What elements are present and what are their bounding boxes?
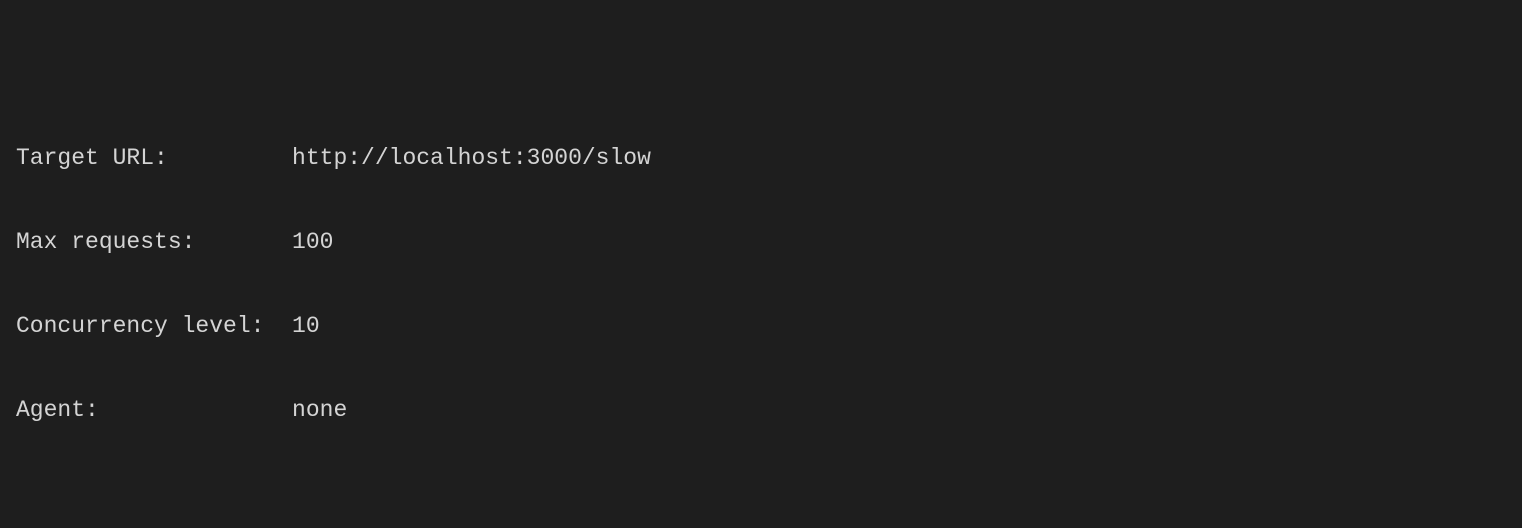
config-max-requests: Max requests:100 xyxy=(16,228,1506,256)
value-agent: none xyxy=(292,396,347,424)
label-concurrency: Concurrency level: xyxy=(16,312,292,340)
config-concurrency: Concurrency level:10 xyxy=(16,312,1506,340)
config-target-url: Target URL:http://localhost:3000/slow xyxy=(16,144,1506,172)
value-target-url: http://localhost:3000/slow xyxy=(292,144,651,172)
terminal-output: Target URL:http://localhost:3000/slow Ma… xyxy=(0,0,1522,528)
value-max-requests: 100 xyxy=(292,228,333,256)
config-agent: Agent:none xyxy=(16,396,1506,424)
label-agent: Agent: xyxy=(16,396,292,424)
value-concurrency: 10 xyxy=(292,312,320,340)
label-target-url: Target URL: xyxy=(16,144,292,172)
label-max-requests: Max requests: xyxy=(16,228,292,256)
